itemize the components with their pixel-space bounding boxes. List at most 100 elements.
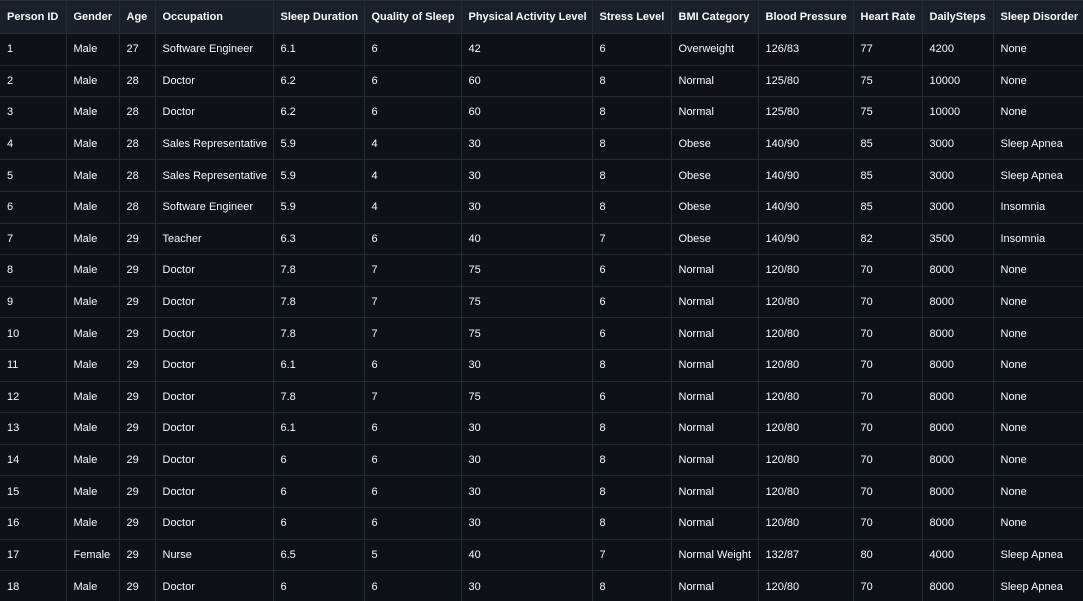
table-cell[interactable]: 3500 (921, 222, 994, 256)
table-cell[interactable]: 6 (363, 64, 462, 98)
table-cell[interactable]: 8000 (921, 285, 994, 319)
table-cell[interactable]: None (992, 348, 1083, 382)
table-cell[interactable]: None (992, 33, 1083, 66)
table-cell[interactable]: 7.8 (272, 285, 365, 319)
table-cell[interactable]: 29 (118, 285, 156, 319)
table-cell[interactable]: 6.5 (272, 538, 365, 572)
table-cell[interactable]: Male (65, 159, 120, 192)
table-cell[interactable]: 70 (852, 348, 923, 382)
table-cell[interactable]: 5.9 (272, 127, 365, 161)
table-cell[interactable]: 120/80 (757, 443, 854, 477)
table-cell[interactable]: Normal Weight (670, 538, 759, 572)
table-cell[interactable]: 75 (460, 380, 593, 414)
table-cell[interactable]: 70 (852, 254, 923, 287)
table-cell[interactable]: 6 (272, 475, 365, 508)
table-row[interactable]: 7 Male 29 Teacher 6.3 6 40 7 Obese 140/90 82 3500 In… (0, 222, 1083, 256)
table-cell[interactable]: 4000 (921, 538, 994, 572)
table-cell[interactable]: 6 (591, 254, 672, 287)
table-cell[interactable]: 6.1 (272, 348, 365, 382)
table-cell[interactable]: 120/80 (757, 254, 854, 287)
table-cell[interactable]: 4 (363, 159, 462, 192)
table-cell[interactable]: Male (65, 443, 120, 477)
table-cell[interactable]: 7 (591, 222, 672, 256)
table-cell[interactable]: None (992, 64, 1083, 98)
table-cell[interactable]: 27 (118, 33, 156, 66)
table-cell[interactable]: 120/80 (757, 317, 854, 350)
table-cell[interactable]: None (992, 96, 1083, 129)
table-cell[interactable]: 28 (118, 64, 156, 98)
table-cell[interactable]: 6 (591, 380, 672, 414)
table-cell[interactable]: 12 (0, 380, 67, 414)
table-cell[interactable]: 120/80 (757, 570, 854, 601)
table-cell[interactable]: 6 (363, 33, 462, 66)
table-cell[interactable]: 60 (460, 64, 593, 98)
table-cell[interactable]: Sleep Apnea (992, 159, 1083, 192)
table-cell[interactable]: 75 (460, 254, 593, 287)
column-header[interactable]: Quality of Sleep (363, 0, 462, 34)
table-cell[interactable]: 70 (852, 412, 923, 445)
column-header[interactable]: Occupation (154, 0, 274, 34)
table-cell[interactable]: 8000 (921, 317, 994, 350)
table-cell[interactable]: 14 (0, 443, 67, 477)
table-cell[interactable]: 29 (118, 538, 156, 572)
table-cell[interactable]: 15 (0, 475, 67, 508)
table-row[interactable]: 6 Male 28 Software Engineer 5.9 4 30 8 Obese 140/… (0, 190, 1083, 224)
table-cell[interactable]: Doctor (154, 506, 274, 540)
table-cell[interactable]: Male (65, 506, 120, 540)
table-cell[interactable]: Male (65, 64, 120, 98)
table-cell[interactable]: 29 (118, 412, 156, 445)
table-cell[interactable]: Normal (670, 96, 759, 129)
table-cell[interactable]: 82 (852, 222, 923, 256)
column-header[interactable]: Sleep Disorder (992, 0, 1083, 34)
table-cell[interactable]: 40 (460, 222, 593, 256)
table-cell[interactable]: 3000 (921, 190, 994, 224)
table-cell[interactable]: 125/80 (757, 96, 854, 129)
table-cell[interactable]: 30 (460, 190, 593, 224)
table-cell[interactable]: 140/90 (757, 222, 854, 256)
table-cell[interactable]: 6 (272, 570, 365, 601)
table-cell[interactable]: 4 (0, 127, 67, 161)
table-row[interactable]: 18 Male 29 Doctor 6 6 30 8 Normal 120/80 70 8000 Sle… (0, 570, 1083, 601)
table-cell[interactable]: 7.8 (272, 380, 365, 414)
table-cell[interactable]: Software Engineer (154, 190, 274, 224)
table-cell[interactable]: Male (65, 222, 120, 256)
table-cell[interactable]: 6 (0, 190, 67, 224)
table-cell[interactable]: Sleep Apnea (992, 570, 1083, 601)
table-cell[interactable]: Sleep Apnea (992, 127, 1083, 161)
table-row[interactable]: 10 Male 29 Doctor 7.8 7 75 6 Normal 120/80 70 8000 N… (0, 317, 1083, 350)
table-cell[interactable]: 6.2 (272, 64, 365, 98)
table-cell[interactable]: 8000 (921, 475, 994, 508)
table-cell[interactable]: 8 (591, 570, 672, 601)
table-cell[interactable]: 30 (460, 443, 593, 477)
table-cell[interactable]: 29 (118, 254, 156, 287)
table-cell[interactable]: 2 (0, 64, 67, 98)
table-cell[interactable]: 6 (591, 317, 672, 350)
table-cell[interactable]: None (992, 412, 1083, 445)
table-row[interactable]: 17 Female 29 Nurse 6.5 5 40 7 Normal Weight 132/8… (0, 538, 1083, 572)
table-row[interactable]: 16 Male 29 Doctor 6 6 30 8 Normal 120/80 70 8000 Non… (0, 506, 1083, 540)
table-cell[interactable]: Doctor (154, 443, 274, 477)
table-cell[interactable]: 6.1 (272, 33, 365, 66)
table-cell[interactable]: 30 (460, 412, 593, 445)
table-cell[interactable]: 120/80 (757, 380, 854, 414)
table-cell[interactable]: 8 (591, 127, 672, 161)
table-cell[interactable]: 6 (363, 443, 462, 477)
column-header[interactable]: Person ID (0, 0, 67, 34)
table-cell[interactable]: 8 (591, 96, 672, 129)
column-header[interactable]: Physical Activity Level (460, 0, 593, 34)
table-cell[interactable]: 77 (852, 33, 923, 66)
table-cell[interactable]: None (992, 443, 1083, 477)
table-cell[interactable]: 8000 (921, 570, 994, 601)
table-cell[interactable]: 30 (460, 570, 593, 601)
table-cell[interactable]: 8 (591, 190, 672, 224)
table-cell[interactable]: 75 (852, 96, 923, 129)
table-cell[interactable]: 120/80 (757, 348, 854, 382)
table-cell[interactable]: Obese (670, 159, 759, 192)
column-header[interactable]: Age (118, 0, 156, 34)
table-cell[interactable]: 120/80 (757, 412, 854, 445)
table-cell[interactable]: 29 (118, 348, 156, 382)
column-header[interactable]: DailySteps (921, 0, 994, 34)
table-cell[interactable]: 29 (118, 570, 156, 601)
table-cell[interactable]: 85 (852, 159, 923, 192)
table-cell[interactable]: Normal (670, 506, 759, 540)
